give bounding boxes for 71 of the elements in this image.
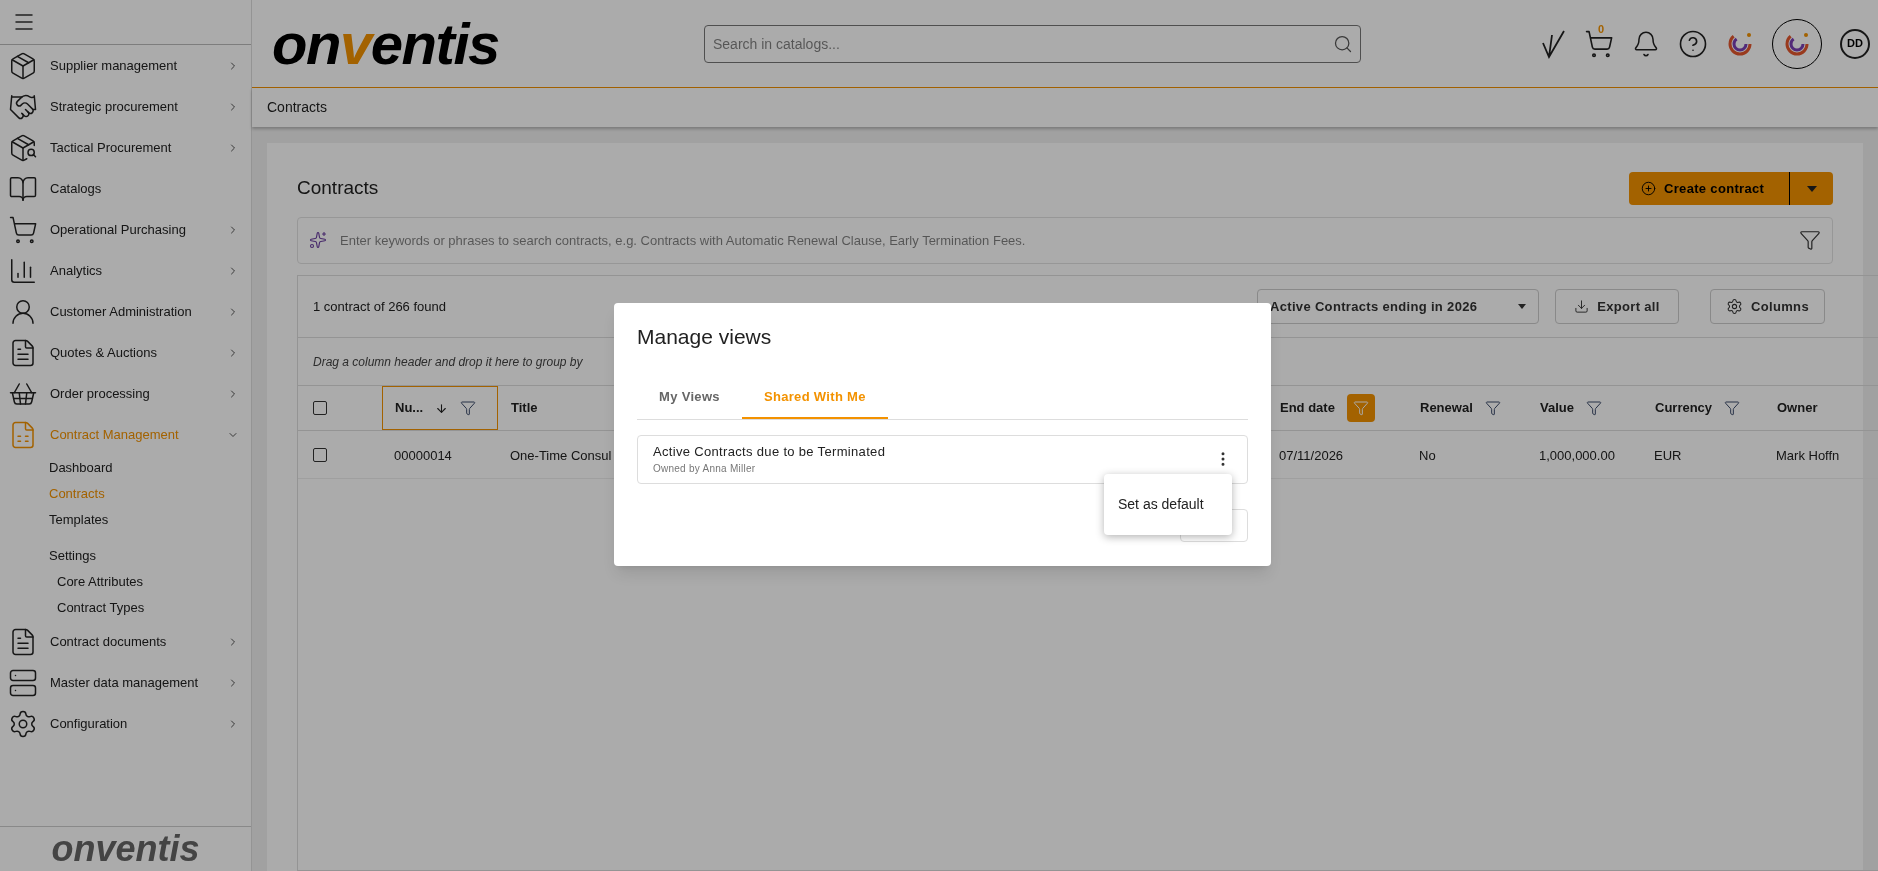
sidebar-item[interactable]: Configuration [0, 703, 251, 744]
select-all-checkbox[interactable] [313, 401, 327, 415]
page-title: Contracts [297, 176, 379, 201]
sidebar-section-title: Settings [48, 547, 97, 566]
sidebar-item[interactable]: Strategic procurement [0, 86, 251, 127]
table-cell: No [1419, 447, 1436, 463]
user-avatar[interactable]: DD [1840, 28, 1870, 59]
filter-icon[interactable] [460, 400, 477, 416]
filter-icon[interactable] [1799, 229, 1821, 251]
settings-icon [8, 708, 38, 739]
table-cell: One-Time Consul [510, 447, 612, 463]
column-header[interactable]: Renewal [1407, 386, 1527, 430]
view-dropdown[interactable]: Active Contracts ending in 2026 [1257, 289, 1539, 324]
filter-icon[interactable] [1484, 400, 1501, 416]
table-cell: 00000014 [394, 447, 452, 463]
dialog-title: Manage views [637, 324, 773, 350]
sidebar-item[interactable]: Quotes & Auctions [0, 332, 251, 373]
sidebar-item[interactable]: Customer Administration [0, 291, 251, 332]
sidebar-item[interactable]: Contract documents [0, 621, 251, 662]
settings-icon [1726, 298, 1744, 315]
filter-icon[interactable] [1585, 400, 1602, 416]
sidebar-item[interactable]: Supplier management [0, 45, 251, 86]
sidebar-subitem[interactable]: Core Attributes [0, 569, 251, 595]
logo: onventis [272, 14, 500, 73]
sidebar-subitem[interactable]: Dashboard [0, 455, 251, 481]
caret-icon [1806, 185, 1817, 192]
column-header[interactable]: Value [1527, 386, 1642, 430]
server-icon [8, 667, 38, 698]
group-hint: Drag a column header and drop it here to group by [313, 353, 583, 371]
notification-icon[interactable] [1632, 29, 1660, 58]
checkmark-icon[interactable] [1540, 28, 1566, 59]
filter-icon [1352, 400, 1369, 416]
sidebar-item[interactable]: Analytics [0, 250, 251, 291]
view-owner: Owned by Anna Miller [653, 462, 757, 477]
plus-circle-icon [1641, 181, 1656, 196]
column-header[interactable]: Owner [1764, 386, 1878, 430]
cart-count: 0 [1598, 21, 1605, 37]
table-cell: 07/11/2026 [1279, 447, 1344, 463]
column-header[interactable]: End date [1267, 386, 1407, 430]
tab[interactable]: My Views [637, 376, 742, 419]
menu-item[interactable]: Set as default [1104, 494, 1232, 515]
columns-button[interactable]: Columns [1710, 289, 1825, 324]
sidebar-item[interactable]: Catalogs [0, 168, 251, 209]
sparkle-search-icon [309, 231, 327, 249]
cart-icon [8, 214, 38, 245]
sidebar-subitem[interactable]: Contract Types [0, 595, 251, 621]
view-name: Active Contracts due to be Terminated [653, 442, 887, 461]
caret-icon [1518, 304, 1526, 309]
column-header[interactable]: Currency [1642, 386, 1764, 430]
table-cell: Mark Hoffn [1776, 447, 1840, 463]
breadcrumb[interactable]: Contracts [267, 97, 327, 118]
row-checkbox[interactable] [313, 447, 327, 462]
package-icon [8, 50, 38, 81]
filter-icon[interactable] [1724, 400, 1741, 416]
table-cell: EUR [1654, 447, 1682, 463]
table-cell: 1,000,000.00 [1539, 447, 1615, 463]
sidebar-item[interactable]: Tactical Procurement [0, 127, 251, 168]
download-icon [1574, 299, 1590, 314]
footer-logo: onventis [51, 831, 200, 867]
sidebar-item[interactable]: Operational Purchasing [0, 209, 251, 250]
smart-search-field[interactable]: Enter keywords or phrases to search contracts, e.g. Contracts with Automatic Renewal Clause, Early Termination Fees. [297, 217, 1833, 264]
result-count: 1 contract of 266 found [313, 297, 446, 316]
sidebar-subitem[interactable]: Templates [0, 507, 251, 533]
export-all-button[interactable]: Export all [1555, 289, 1679, 324]
sidebar-item[interactable]: Master data management [0, 662, 251, 703]
package-search-icon [8, 132, 38, 163]
help-icon[interactable] [1678, 28, 1708, 59]
sidebar-item[interactable]: Order processing [0, 373, 251, 414]
catalog-search-field[interactable]: Search in catalogs... [704, 24, 1361, 63]
search-icon[interactable] [1333, 33, 1353, 54]
column-header[interactable]: Nu... [382, 386, 498, 430]
